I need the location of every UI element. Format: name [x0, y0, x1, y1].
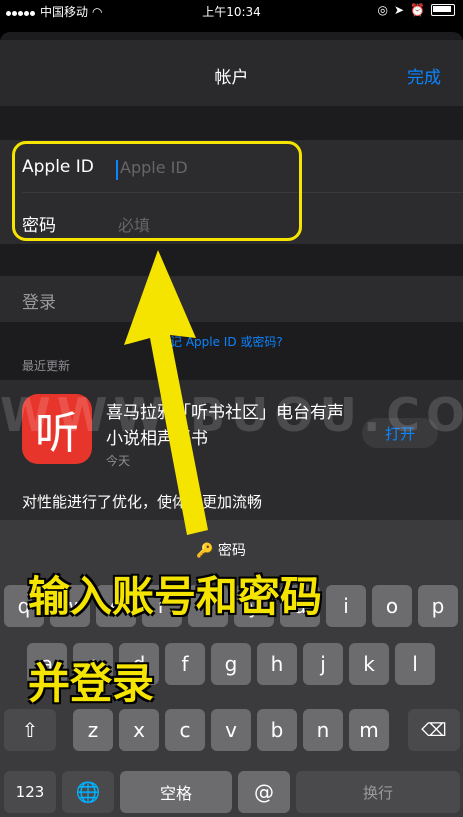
key-h[interactable]: h — [257, 643, 297, 685]
password-suggestion[interactable]: 🔑 密码 — [196, 540, 246, 560]
login-button[interactable]: 登录 — [22, 288, 56, 313]
rotation-lock-icon: ◎ — [377, 3, 388, 17]
done-button[interactable]: 完成 — [407, 63, 441, 88]
delete-key[interactable]: ⌫ — [408, 709, 460, 751]
globe-key[interactable]: 🌐 — [62, 771, 114, 813]
key-l[interactable]: l — [395, 643, 435, 685]
alarm-icon: ⏰ — [410, 3, 425, 17]
space-key[interactable]: 空格 — [120, 771, 232, 813]
key-g[interactable]: g — [211, 643, 251, 685]
key-b[interactable]: b — [257, 709, 297, 751]
shift-key[interactable]: ⇧ — [4, 709, 56, 751]
key-i[interactable]: i — [326, 585, 366, 627]
location-icon: ➤ — [393, 3, 405, 17]
key-m[interactable]: m — [349, 709, 389, 751]
page-title: 帐户 — [214, 68, 249, 88]
login-group — [0, 276, 463, 322]
suggestion-label: 密码 — [217, 543, 246, 559]
app-date: 今天 — [106, 454, 131, 468]
release-note: 对性能进行了优化，使体验更加流畅 — [22, 493, 263, 511]
battery-icon — [431, 4, 455, 16]
key-p[interactable]: p — [418, 585, 458, 627]
key-x[interactable]: x — [119, 709, 159, 751]
key-n[interactable]: n — [303, 709, 343, 751]
numbers-key[interactable]: 123 — [4, 771, 56, 813]
key-z[interactable]: z — [73, 709, 113, 751]
caption-line-2: 并登录 — [28, 659, 155, 708]
globe-icon: 🌐 — [75, 780, 101, 804]
forgot-link[interactable]: 忘记 Apple ID 或密码? — [158, 333, 283, 350]
shift-icon: ⇧ — [21, 718, 39, 742]
backspace-icon: ⌫ — [421, 719, 447, 741]
status-bar: 中国移动 ◠ 上午10:34 ◎ ➤ ⏰ — [0, 0, 463, 20]
at-key[interactable]: @ — [238, 771, 290, 813]
watermark: WWW.BUOU.CO — [0, 388, 463, 442]
caption-line-1: 输入账号和密码 — [28, 572, 323, 621]
key-f[interactable]: f — [165, 643, 205, 685]
section-title: 最近更新 — [22, 359, 71, 373]
key-k[interactable]: k — [349, 643, 389, 685]
key-o[interactable]: o — [372, 585, 412, 627]
key-j[interactable]: j — [303, 643, 343, 685]
key-c[interactable]: c — [165, 709, 205, 751]
key-v[interactable]: v — [211, 709, 251, 751]
highlight-box — [12, 141, 302, 241]
return-key[interactable]: 换行 — [296, 771, 460, 813]
status-right: ◎ ➤ ⏰ — [377, 3, 455, 17]
